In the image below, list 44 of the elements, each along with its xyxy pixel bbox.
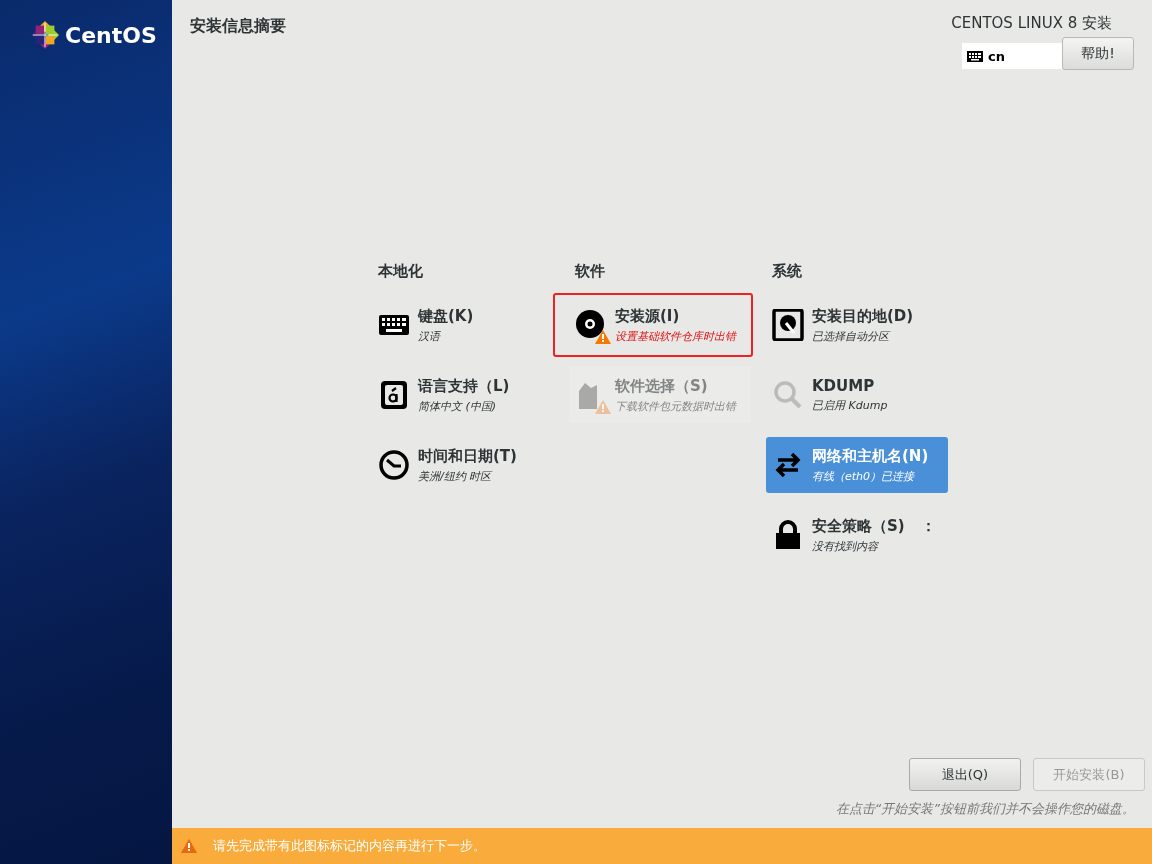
spoke-title: 时间和日期(T) bbox=[418, 446, 517, 466]
spoke-status: 没有找到内容 bbox=[812, 538, 880, 554]
clock-icon bbox=[378, 449, 410, 481]
hub-spoke[interactable]: 时间和日期(T) 美洲/纽约 时区 bbox=[372, 437, 554, 493]
magnifier-icon bbox=[772, 379, 804, 411]
logo-text: CentOS bbox=[65, 22, 157, 48]
spoke-title: 语言支持（L) bbox=[418, 376, 510, 396]
warning-icon bbox=[181, 839, 197, 853]
spoke-status: 已启用 Kdump bbox=[812, 398, 888, 413]
spoke-status: 汉语 bbox=[418, 328, 442, 344]
spoke-status: 下载软件包元数据时出错 bbox=[615, 398, 736, 414]
disc-icon bbox=[575, 309, 607, 341]
spoke-title: 安装目的地(D) bbox=[812, 306, 914, 326]
logo-icon bbox=[30, 20, 60, 50]
hub-spoke[interactable]: 安全策略（S) ： 没有找到内容 bbox=[766, 507, 948, 563]
spoke-status: 已选择自动分区 bbox=[812, 328, 892, 344]
keyboard-layout-indicator[interactable]: cn bbox=[962, 43, 1062, 69]
spoke-title: 网络和主机名(N) bbox=[812, 446, 929, 466]
hub-spoke[interactable]: KDUMP 已启用 Kdump bbox=[766, 367, 948, 423]
category-heading: 软件 bbox=[573, 262, 606, 281]
category-heading: 系统 bbox=[771, 262, 803, 281]
disk-notice-text: 在点击“开始安装”按钮前我们并不会操作您的磁盘。 bbox=[835, 800, 1135, 818]
hub-spoke[interactable]: 安装源(I) 设置基础软件仓库时出错 bbox=[553, 293, 753, 357]
spoke-status: 有线（eth0）已连接 bbox=[812, 468, 916, 484]
hub-spoke[interactable]: 安装目的地(D) 已选择自动分区 bbox=[766, 297, 948, 353]
quit-button[interactable]: 退出(Q) bbox=[909, 758, 1021, 791]
page-title: 安装信息摘要 bbox=[190, 16, 286, 37]
category-heading: 本地化 bbox=[377, 262, 424, 281]
spoke-status: 设置基础软件仓库时出错 bbox=[615, 328, 736, 344]
spoke-title: KDUMP bbox=[812, 377, 875, 395]
spoke-title: 软件选择（S) bbox=[615, 376, 708, 396]
spoke-status: 简体中文 (中国) bbox=[418, 398, 498, 414]
hub-spoke[interactable]: 语言支持（L) 简体中文 (中国) bbox=[372, 367, 554, 423]
warning-bar-text: 请先完成带有此图标标记的内容再进行下一步。 bbox=[213, 837, 486, 855]
help-button[interactable]: 帮助! bbox=[1062, 37, 1134, 70]
spoke-title: 键盘(K) bbox=[418, 306, 474, 326]
hub-spoke[interactable]: 键盘(K) 汉语 bbox=[372, 297, 554, 353]
spoke-title: 安装源(I) bbox=[615, 306, 680, 326]
product-title: CENTOS LINUX 8 安装 bbox=[951, 14, 1112, 33]
language-icon bbox=[378, 379, 410, 411]
spoke-status: 美洲/纽约 时区 bbox=[418, 468, 494, 484]
keyboard-icon bbox=[967, 50, 983, 62]
spoke-title-suffix: ： bbox=[920, 516, 936, 536]
spoke-title: 安全策略（S) bbox=[812, 516, 905, 536]
